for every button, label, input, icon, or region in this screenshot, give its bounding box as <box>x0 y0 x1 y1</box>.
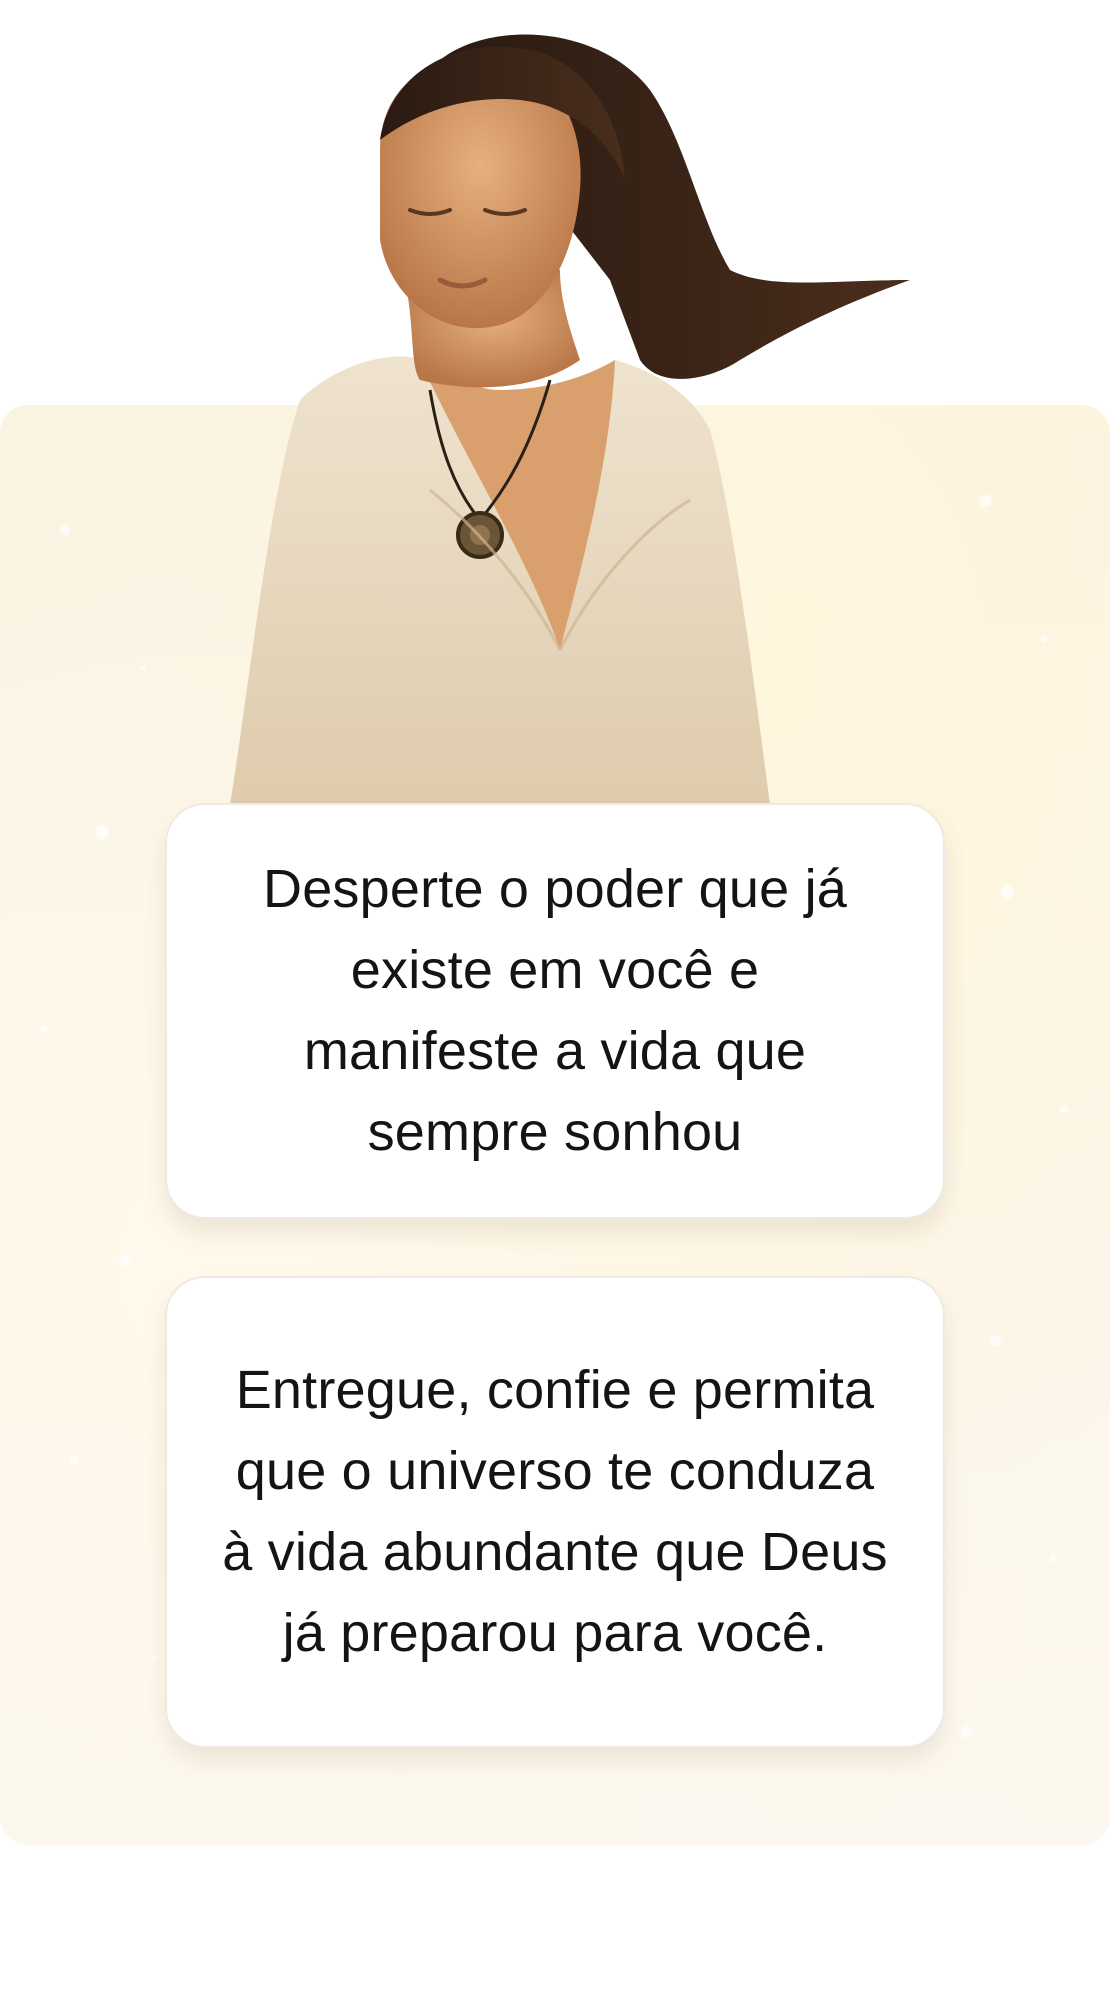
meditating-woman-portrait <box>230 34 910 805</box>
affirmation-card-1: Desperte o poder que já existe em você e… <box>165 803 945 1219</box>
affirmation-text-2: Entregue, confie e permita que o univers… <box>222 1360 888 1663</box>
affirmation-text-1: Desperte o poder que já existe em você e… <box>263 859 847 1162</box>
page: Desperte o poder que já existe em você e… <box>0 0 1110 2000</box>
affirmation-card-2: Entregue, confie e permita que o univers… <box>165 1276 945 1748</box>
